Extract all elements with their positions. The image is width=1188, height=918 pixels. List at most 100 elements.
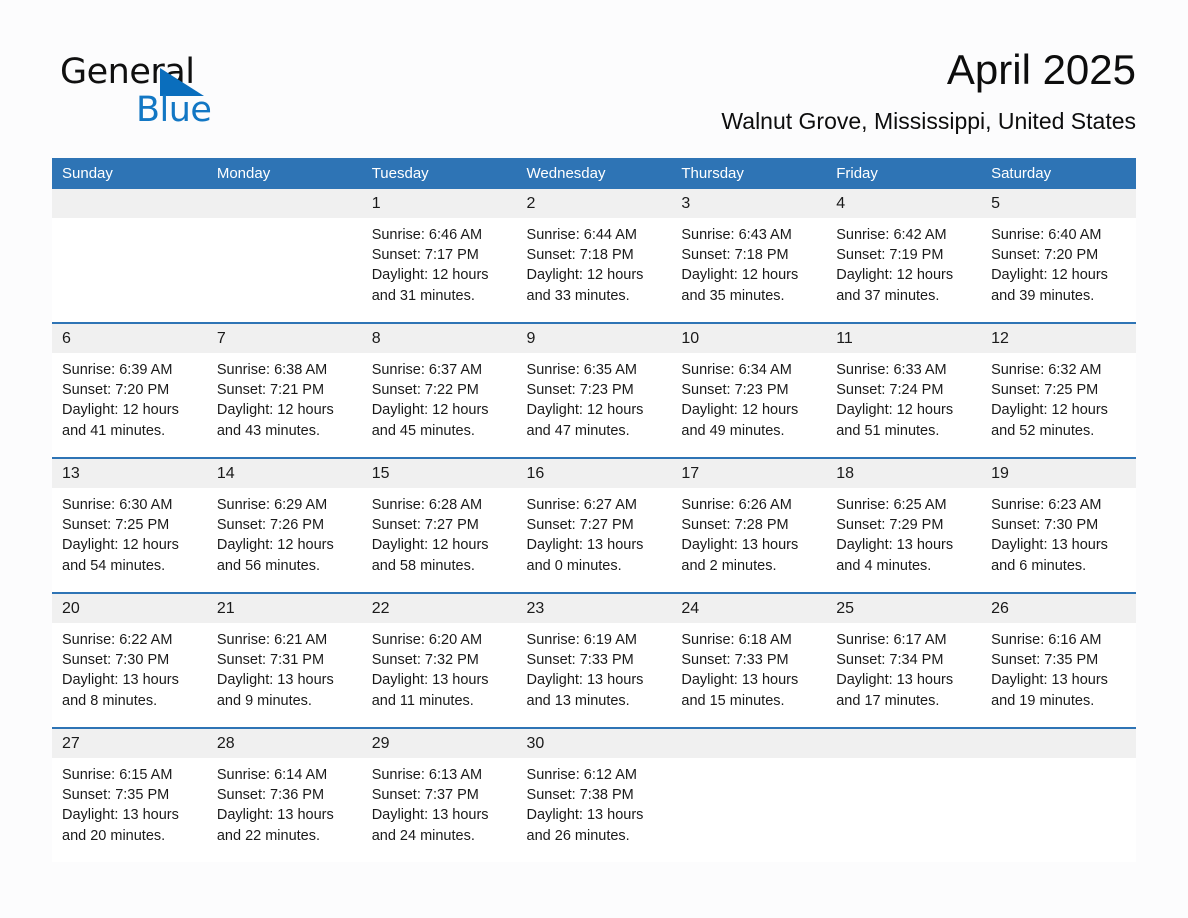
daylight-text-line1: Daylight: 12 hours — [526, 402, 644, 419]
day-number: 12 — [981, 324, 1136, 353]
general-blue-logo[interactable]: General Blue — [60, 52, 320, 132]
calendar-day-cell[interactable]: 2 Sunrise: 6:44 AM Sunset: 7:18 PM Daylight… — [516, 189, 672, 322]
daylight-text-line2: and 43 minutes. — [216, 422, 321, 439]
daylight-text-line2: and 33 minutes. — [526, 287, 630, 304]
calendar-day-cell[interactable]: 6 Sunrise: 6:39 AM Sunset: 7:20 PM Daylight… — [52, 324, 207, 457]
calendar-day-cell[interactable]: 14 Sunrise: 6:29 AM Sunset: 7:26 PM Dayligh… — [206, 459, 362, 592]
sunset-text: Sunset: 7:18 PM — [526, 247, 634, 264]
daylight-text-line2: and 2 minutes. — [681, 557, 777, 574]
day-details: Sunrise: 6:15 AM Sunset: 7:35 PM Daylight:… — [52, 758, 207, 846]
sunset-text: Sunset: 7:25 PM — [62, 517, 170, 534]
calendar-day-cell[interactable]: 29 Sunrise: 6:13 AM Sunset: 7:37 PM Dayligh… — [361, 729, 517, 862]
daylight-text-line2: and 41 minutes. — [62, 422, 166, 439]
calendar-day-cell[interactable]: 23 Sunrise: 6:19 AM Sunset: 7:33 PM Dayligh… — [516, 594, 672, 727]
daylight-text-line2: and 9 minutes. — [216, 692, 312, 709]
calendar-day-cell[interactable]: 12 Sunrise: 6:32 AM Sunset: 7:25 PM Dayligh… — [981, 324, 1136, 457]
calendar-day-cell-empty — [981, 729, 1136, 862]
daylight-text-line2: and 45 minutes. — [371, 422, 475, 439]
day-number — [52, 189, 207, 218]
day-number: 17 — [671, 459, 827, 488]
sunrise-text: Sunrise: 6:14 AM — [216, 767, 328, 783]
daylight-text-line2: and 47 minutes. — [526, 422, 630, 439]
sunrise-text: Sunrise: 6:27 AM — [526, 497, 637, 513]
day-number: 20 — [52, 594, 207, 623]
sunrise-text: Sunrise: 6:20 AM — [371, 632, 483, 648]
day-number: 8 — [361, 324, 517, 353]
sunset-text: Sunset: 7:25 PM — [991, 382, 1099, 399]
calendar-day-cell[interactable]: 30 Sunrise: 6:12 AM Sunset: 7:38 PM Dayligh… — [516, 729, 672, 862]
daylight-text-line1: Daylight: 12 hours — [371, 537, 489, 554]
calendar-day-cell[interactable]: 5 Sunrise: 6:40 AM Sunset: 7:20 PM Daylight… — [981, 189, 1136, 322]
day-details: Sunrise: 6:25 AM Sunset: 7:29 PM Daylight:… — [826, 488, 981, 576]
calendar-day-cell[interactable]: 25 Sunrise: 6:17 AM Sunset: 7:34 PM Dayligh… — [826, 594, 982, 727]
masthead: General Blue April 2025 Walnut Grove, Mi… — [52, 44, 1136, 148]
sunset-text: Sunset: 7:23 PM — [681, 382, 789, 399]
sunset-text: Sunset: 7:27 PM — [371, 517, 479, 534]
weekday-header-monday: Monday — [206, 158, 362, 189]
calendar-day-cell[interactable]: 7 Sunrise: 6:38 AM Sunset: 7:21 PM Daylight… — [206, 324, 362, 457]
sunrise-text: Sunrise: 6:35 AM — [526, 362, 637, 378]
day-details: Sunrise: 6:17 AM Sunset: 7:34 PM Daylight:… — [826, 623, 981, 711]
daylight-text-line2: and 20 minutes. — [62, 827, 166, 844]
calendar-day-cell[interactable]: 24 Sunrise: 6:18 AM Sunset: 7:33 PM Dayligh… — [671, 594, 827, 727]
calendar-day-cell[interactable]: 21 Sunrise: 6:21 AM Sunset: 7:31 PM Dayligh… — [206, 594, 362, 727]
calendar-day-cell[interactable]: 3 Sunrise: 6:43 AM Sunset: 7:18 PM Daylight… — [671, 189, 827, 322]
calendar-day-cell[interactable]: 18 Sunrise: 6:25 AM Sunset: 7:29 PM Dayligh… — [826, 459, 982, 592]
day-details: Sunrise: 6:43 AM Sunset: 7:18 PM Daylight:… — [671, 218, 826, 306]
sunrise-text: Sunrise: 6:26 AM — [681, 497, 792, 513]
weekday-header-tuesday: Tuesday — [361, 158, 517, 189]
calendar-day-cell[interactable]: 15 Sunrise: 6:28 AM Sunset: 7:27 PM Dayligh… — [361, 459, 517, 592]
calendar-day-cell[interactable]: 4 Sunrise: 6:42 AM Sunset: 7:19 PM Daylight… — [826, 189, 982, 322]
day-details: Sunrise: 6:32 AM Sunset: 7:25 PM Daylight:… — [981, 353, 1136, 441]
day-details: Sunrise: 6:27 AM Sunset: 7:27 PM Daylight:… — [517, 488, 672, 576]
calendar-week-row: 6 Sunrise: 6:39 AM Sunset: 7:20 PM Daylight… — [52, 322, 1136, 458]
sunrise-text: Sunrise: 6:44 AM — [526, 227, 637, 243]
day-number: 24 — [671, 594, 827, 623]
day-number: 30 — [516, 729, 672, 758]
daylight-text-line2: and 35 minutes. — [681, 287, 785, 304]
calendar-day-cell[interactable]: 10 Sunrise: 6:34 AM Sunset: 7:23 PM Dayligh… — [671, 324, 827, 457]
calendar-day-cell[interactable]: 9 Sunrise: 6:35 AM Sunset: 7:23 PM Daylight… — [516, 324, 672, 457]
calendar-day-cell[interactable]: 19 Sunrise: 6:23 AM Sunset: 7:30 PM Dayligh… — [981, 459, 1136, 592]
calendar-day-cell[interactable]: 16 Sunrise: 6:27 AM Sunset: 7:27 PM Dayligh… — [516, 459, 672, 592]
sunrise-text: Sunrise: 6:43 AM — [681, 227, 792, 243]
calendar-day-cell[interactable]: 20 Sunrise: 6:22 AM Sunset: 7:30 PM Dayligh… — [52, 594, 207, 727]
calendar-day-cell[interactable]: 17 Sunrise: 6:26 AM Sunset: 7:28 PM Dayligh… — [671, 459, 827, 592]
day-number: 18 — [826, 459, 982, 488]
sunrise-text: Sunrise: 6:23 AM — [991, 497, 1102, 513]
sunset-text: Sunset: 7:21 PM — [216, 382, 325, 399]
daylight-text-line2: and 4 minutes. — [836, 557, 932, 574]
sunset-text: Sunset: 7:28 PM — [681, 517, 789, 534]
daylight-text-line2: and 11 minutes. — [371, 692, 474, 709]
calendar-day-cell[interactable]: 22 Sunrise: 6:20 AM Sunset: 7:32 PM Dayligh… — [361, 594, 517, 727]
sunrise-text: Sunrise: 6:30 AM — [62, 497, 173, 513]
calendar-week-row: 27 Sunrise: 6:15 AM Sunset: 7:35 PM Dayligh… — [52, 727, 1136, 862]
daylight-text-line2: and 8 minutes. — [62, 692, 158, 709]
day-number: 6 — [52, 324, 207, 353]
calendar-day-cell-empty — [206, 189, 362, 322]
title-block: April 2025 Walnut Grove, Mississippi, Un… — [721, 44, 1136, 136]
day-number: 25 — [826, 594, 982, 623]
sunset-text: Sunset: 7:35 PM — [62, 787, 170, 804]
calendar-day-cell[interactable]: 13 Sunrise: 6:30 AM Sunset: 7:25 PM Dayligh… — [52, 459, 207, 592]
calendar-day-cell[interactable]: 11 Sunrise: 6:33 AM Sunset: 7:24 PM Dayligh… — [826, 324, 982, 457]
sunrise-text: Sunrise: 6:37 AM — [371, 362, 483, 378]
daylight-text-line1: Daylight: 13 hours — [836, 672, 954, 689]
daylight-text-line1: Daylight: 13 hours — [371, 807, 489, 824]
daylight-text-line2: and 37 minutes. — [836, 287, 940, 304]
calendar-day-cell[interactable]: 8 Sunrise: 6:37 AM Sunset: 7:22 PM Daylight… — [361, 324, 517, 457]
day-number: 22 — [361, 594, 517, 623]
sunrise-text: Sunrise: 6:28 AM — [371, 497, 483, 513]
day-details: Sunrise: 6:13 AM Sunset: 7:37 PM Daylight:… — [362, 758, 517, 846]
calendar-day-cell[interactable]: 26 Sunrise: 6:16 AM Sunset: 7:35 PM Dayligh… — [981, 594, 1136, 727]
daylight-text-line2: and 24 minutes. — [371, 827, 475, 844]
calendar-day-cell[interactable]: 28 Sunrise: 6:14 AM Sunset: 7:36 PM Dayligh… — [206, 729, 362, 862]
daylight-text-line1: Daylight: 12 hours — [681, 267, 799, 284]
weekday-header-friday: Friday — [826, 158, 982, 189]
daylight-text-line2: and 13 minutes. — [526, 692, 630, 709]
calendar-day-cell[interactable]: 1 Sunrise: 6:46 AM Sunset: 7:17 PM Daylight… — [361, 189, 517, 322]
sunset-text: Sunset: 7:38 PM — [526, 787, 634, 804]
calendar-page: General Blue April 2025 Walnut Grove, Mi… — [0, 0, 1188, 918]
calendar-day-cell[interactable]: 27 Sunrise: 6:15 AM Sunset: 7:35 PM Dayligh… — [52, 729, 207, 862]
day-number: 15 — [361, 459, 517, 488]
